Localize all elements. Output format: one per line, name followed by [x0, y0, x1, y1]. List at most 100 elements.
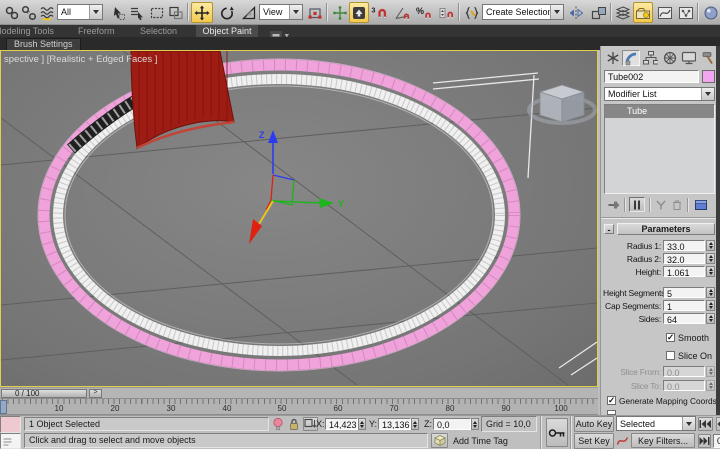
- chevron-down-icon[interactable]: [550, 5, 563, 19]
- ribbon-toggle-icon[interactable]: [633, 2, 653, 23]
- hierarchy-tab-icon[interactable]: [641, 50, 659, 66]
- tab-freeform[interactable]: Freeform: [78, 26, 115, 36]
- time-tag-icon[interactable]: [431, 433, 448, 448]
- current-frame-marker[interactable]: [0, 400, 7, 414]
- go-to-end-icon[interactable]: [698, 434, 711, 448]
- schematic-view-icon[interactable]: [676, 3, 695, 22]
- make-unique-icon[interactable]: [654, 198, 668, 217]
- modifier-stack-item-tube[interactable]: Tube: [605, 105, 714, 118]
- view-cube[interactable]: [529, 85, 595, 123]
- key-default-dropdown[interactable]: Selected: [616, 416, 696, 431]
- time-slider-track[interactable]: 0 / 100 >: [0, 387, 598, 398]
- y-coordinate-field[interactable]: 13,136: [378, 418, 411, 430]
- radius2-field[interactable]: 32,0: [663, 253, 705, 264]
- select-by-name-icon[interactable]: [127, 3, 146, 22]
- set-key-button[interactable]: Set Key: [574, 433, 614, 449]
- radius2-spinner[interactable]: [706, 253, 715, 264]
- generate-mapping-checkbox[interactable]: ✓: [607, 396, 616, 405]
- panel-scrollbar[interactable]: [716, 46, 720, 415]
- selection-set-dropdown[interactable]: Create Selection Se: [482, 4, 564, 20]
- rect-selection-icon[interactable]: [147, 3, 166, 22]
- tab-brush-settings[interactable]: Brush Settings: [6, 38, 81, 50]
- track-bar[interactable]: 0 10 20 30 40 50 60 70 80 90 100: [0, 398, 598, 415]
- time-slider-handle[interactable]: 0 / 100: [1, 389, 87, 398]
- cap-segments-field[interactable]: 1: [663, 300, 705, 311]
- pin-stack-icon[interactable]: [607, 198, 621, 217]
- utilities-tab-icon[interactable]: [698, 50, 716, 66]
- mirror-icon[interactable]: [566, 3, 585, 22]
- chevron-down-icon[interactable]: [682, 417, 695, 430]
- height-segments-field[interactable]: 5: [663, 287, 705, 298]
- auto-key-button[interactable]: Auto Key: [574, 416, 614, 432]
- sides-field[interactable]: 64: [663, 313, 705, 324]
- keyboard-override-icon[interactable]: [349, 2, 369, 23]
- cap-segments-spinner[interactable]: [706, 300, 715, 311]
- object-color-swatch[interactable]: [702, 70, 715, 83]
- z-coordinate-field[interactable]: 0,0: [433, 418, 471, 430]
- default-tangent-icon[interactable]: [616, 434, 629, 449]
- height-segments-spinner[interactable]: [706, 287, 715, 298]
- macro-recorder-mini[interactable]: [0, 416, 21, 433]
- rollout-header-parameters[interactable]: Parameters: [617, 223, 715, 235]
- red-tube-object[interactable]: [131, 51, 234, 148]
- rollout-collapse-button[interactable]: -: [604, 224, 614, 234]
- bind-spacewarp-icon[interactable]: [37, 3, 56, 22]
- remove-modifier-icon[interactable]: [670, 198, 684, 217]
- x-axis-arrow[interactable]: [259, 201, 273, 224]
- add-time-tag-label[interactable]: Add Time Tag: [453, 436, 508, 446]
- manipulate-icon[interactable]: [330, 3, 349, 22]
- named-selection-sets-icon[interactable]: [462, 3, 481, 22]
- motion-tab-icon[interactable]: [660, 50, 678, 66]
- move-icon[interactable]: [191, 2, 213, 23]
- rotate-icon[interactable]: [217, 3, 236, 22]
- height-field[interactable]: 1,061: [663, 266, 705, 277]
- y-spinner[interactable]: [411, 418, 419, 430]
- spinner-snap-icon[interactable]: [436, 3, 455, 22]
- maxscript-mini-listener[interactable]: [0, 433, 21, 449]
- modify-tab-icon[interactable]: [622, 50, 640, 66]
- window-crossing-icon[interactable]: [166, 3, 185, 22]
- previous-frame-icon[interactable]: [716, 417, 720, 431]
- reference-coordinate-dropdown[interactable]: View: [259, 4, 303, 20]
- create-tab-icon[interactable]: [603, 50, 621, 66]
- modifier-stack[interactable]: Tube: [604, 104, 715, 194]
- scale-icon[interactable]: [239, 3, 258, 22]
- slice-on-checkbox[interactable]: [666, 351, 675, 360]
- modifier-list-dropdown[interactable]: Modifier List: [604, 87, 715, 101]
- x-spinner[interactable]: [358, 418, 366, 430]
- radius1-spinner[interactable]: [706, 240, 715, 251]
- go-to-start-icon[interactable]: [698, 417, 713, 431]
- viewport-canvas[interactable]: Z Y: [1, 51, 597, 386]
- tab-modeling-tools[interactable]: Modeling Tools: [0, 26, 54, 36]
- tube-ring-object[interactable]: [38, 59, 520, 371]
- angle-snap-icon[interactable]: [392, 3, 411, 22]
- chevron-down-icon[interactable]: [89, 5, 102, 19]
- unlink-selection-icon[interactable]: [19, 3, 38, 22]
- x-coordinate-field[interactable]: 14,423: [325, 418, 358, 430]
- snap-3d-icon[interactable]: 3: [370, 3, 389, 22]
- perspective-viewport[interactable]: Z Y spective ] [Realistic + Edged Faces …: [0, 50, 598, 387]
- configure-modifier-sets-icon[interactable]: [694, 198, 708, 217]
- selection-filter-dropdown[interactable]: All: [57, 4, 103, 20]
- align-icon[interactable]: [589, 3, 608, 22]
- object-name-field[interactable]: Tube002: [604, 70, 699, 83]
- key-filters-button[interactable]: Key Filters...: [631, 433, 695, 448]
- chevron-down-icon[interactable]: [701, 88, 714, 100]
- tab-object-paint[interactable]: Object Paint: [196, 25, 258, 37]
- material-editor-icon[interactable]: [702, 3, 720, 22]
- height-spinner[interactable]: [706, 266, 715, 277]
- smooth-checkbox[interactable]: ✓: [666, 333, 675, 342]
- select-object-icon[interactable]: [108, 3, 127, 22]
- sides-spinner[interactable]: [706, 313, 715, 324]
- percent-snap-icon[interactable]: %: [414, 3, 433, 22]
- viewport-label[interactable]: spective ] [Realistic + Edged Faces ]: [4, 54, 157, 65]
- tab-selection[interactable]: Selection: [140, 26, 177, 36]
- next-frame-button[interactable]: >: [89, 389, 102, 398]
- show-end-result-icon[interactable]: [629, 197, 645, 212]
- display-tab-icon[interactable]: [679, 50, 697, 66]
- key-mode-icon[interactable]: [546, 418, 568, 447]
- chevron-down-icon[interactable]: [289, 5, 302, 19]
- layer-manager-icon[interactable]: [613, 3, 632, 22]
- radius1-field[interactable]: 33,0: [663, 240, 705, 251]
- pivot-center-icon[interactable]: [305, 3, 324, 22]
